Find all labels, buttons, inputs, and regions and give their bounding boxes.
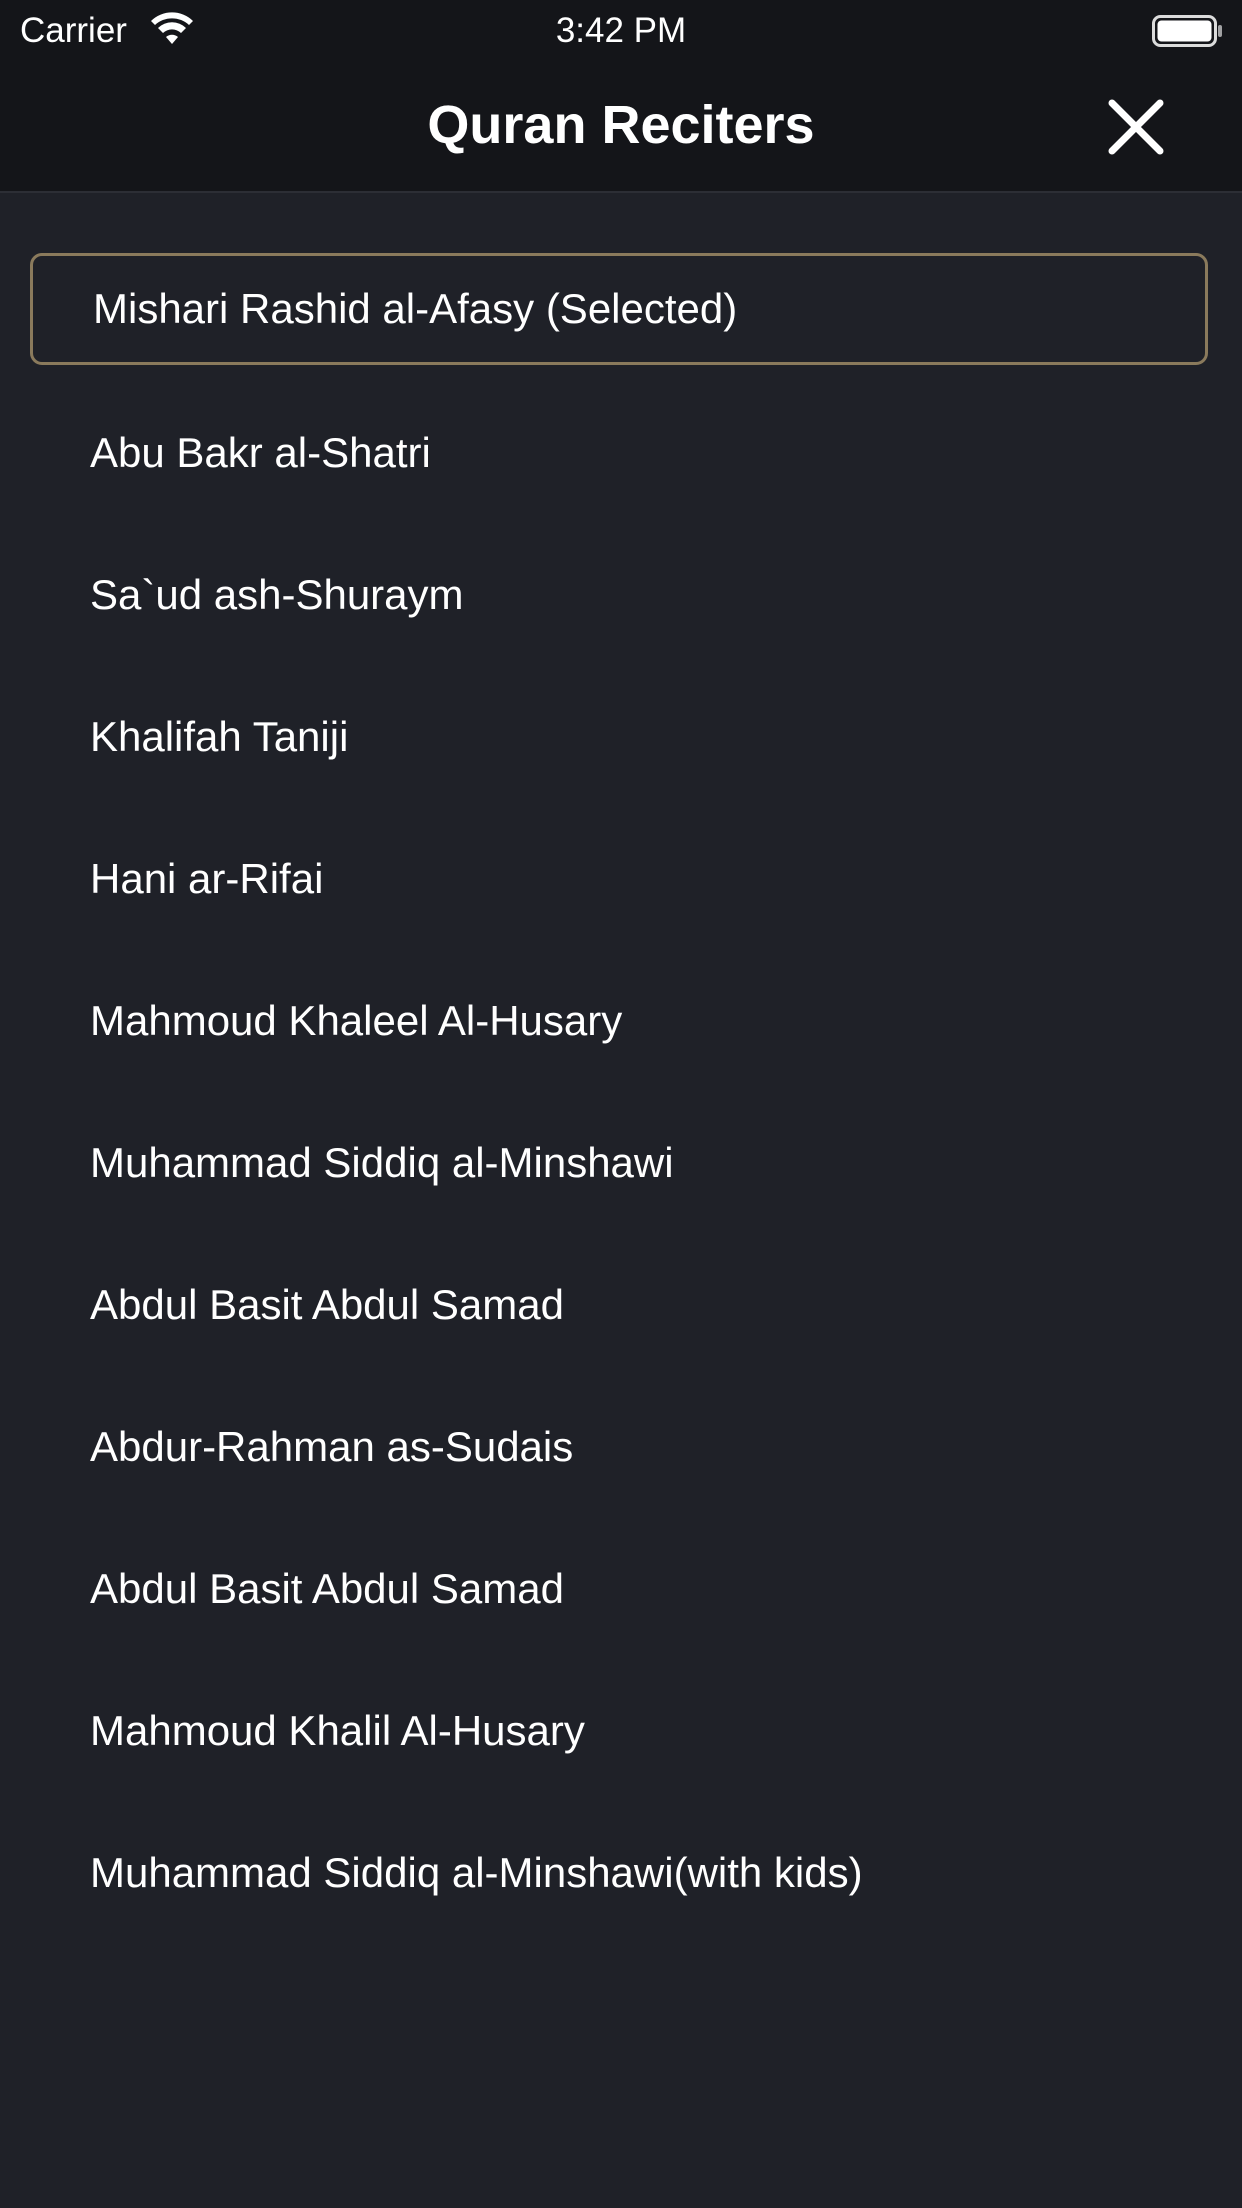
reciter-name: Khalifah Taniji xyxy=(90,713,349,760)
reciter-item[interactable]: Muhammad Siddiq al-Minshawi xyxy=(0,1105,1242,1247)
reciter-item[interactable]: Abu Bakr al-Shatri xyxy=(0,395,1242,537)
reciters-list: Mishari Rashid al-Afasy (Selected) Abu Ba… xyxy=(0,253,1242,1957)
reciter-item[interactable]: Abdul Basit Abdul Samad xyxy=(0,1247,1242,1389)
reciter-name: Abdul Basit Abdul Samad xyxy=(90,1281,564,1328)
reciter-item[interactable]: Mahmoud Khaleel Al-Husary xyxy=(0,963,1242,1105)
reciter-name: Mahmoud Khaleel Al-Husary xyxy=(90,997,623,1044)
reciter-item[interactable]: Khalifah Taniji xyxy=(0,679,1242,821)
reciter-name: Sa`ud ash-Shuraym xyxy=(90,571,464,618)
status-bar: Carrier 3:42 PM xyxy=(0,0,1242,62)
reciter-item[interactable]: Sa`ud ash-Shuraym xyxy=(0,537,1242,679)
reciter-name: Abdur-Rahman as-Sudais xyxy=(90,1423,574,1470)
reciter-name: Mahmoud Khalil Al-Husary xyxy=(90,1707,585,1754)
reciter-item[interactable]: Abdul Basit Abdul Samad xyxy=(0,1531,1242,1673)
page-title: Quran Reciters xyxy=(427,95,815,155)
clock: 3:42 PM xyxy=(555,11,687,50)
reciter-item[interactable]: Muhammad Siddiq al-Minshawi(with kids) xyxy=(0,1815,1242,1957)
close-button[interactable] xyxy=(1104,95,1168,159)
close-icon xyxy=(1108,99,1164,155)
reciter-name: Muhammad Siddiq al-Minshawi(with kids) xyxy=(90,1849,863,1896)
reciter-name: Abu Bakr al-Shatri xyxy=(90,429,431,476)
battery-icon xyxy=(1152,15,1222,47)
reciter-item[interactable]: Hani ar-Rifai xyxy=(0,821,1242,963)
reciter-name: Mishari Rashid al-Afasy (Selected) xyxy=(93,285,738,332)
reciter-item[interactable]: Abdur-Rahman as-Sudais xyxy=(0,1389,1242,1531)
reciter-name: Hani ar-Rifai xyxy=(90,855,324,902)
reciter-item[interactable]: Mahmoud Khalil Al-Husary xyxy=(0,1673,1242,1815)
reciter-item-selected[interactable]: Mishari Rashid al-Afasy (Selected) xyxy=(0,253,1242,395)
navigation-bar: Quran Reciters xyxy=(0,62,1242,193)
reciter-name: Abdul Basit Abdul Samad xyxy=(90,1565,564,1612)
reciter-name: Muhammad Siddiq al-Minshawi xyxy=(90,1139,674,1186)
